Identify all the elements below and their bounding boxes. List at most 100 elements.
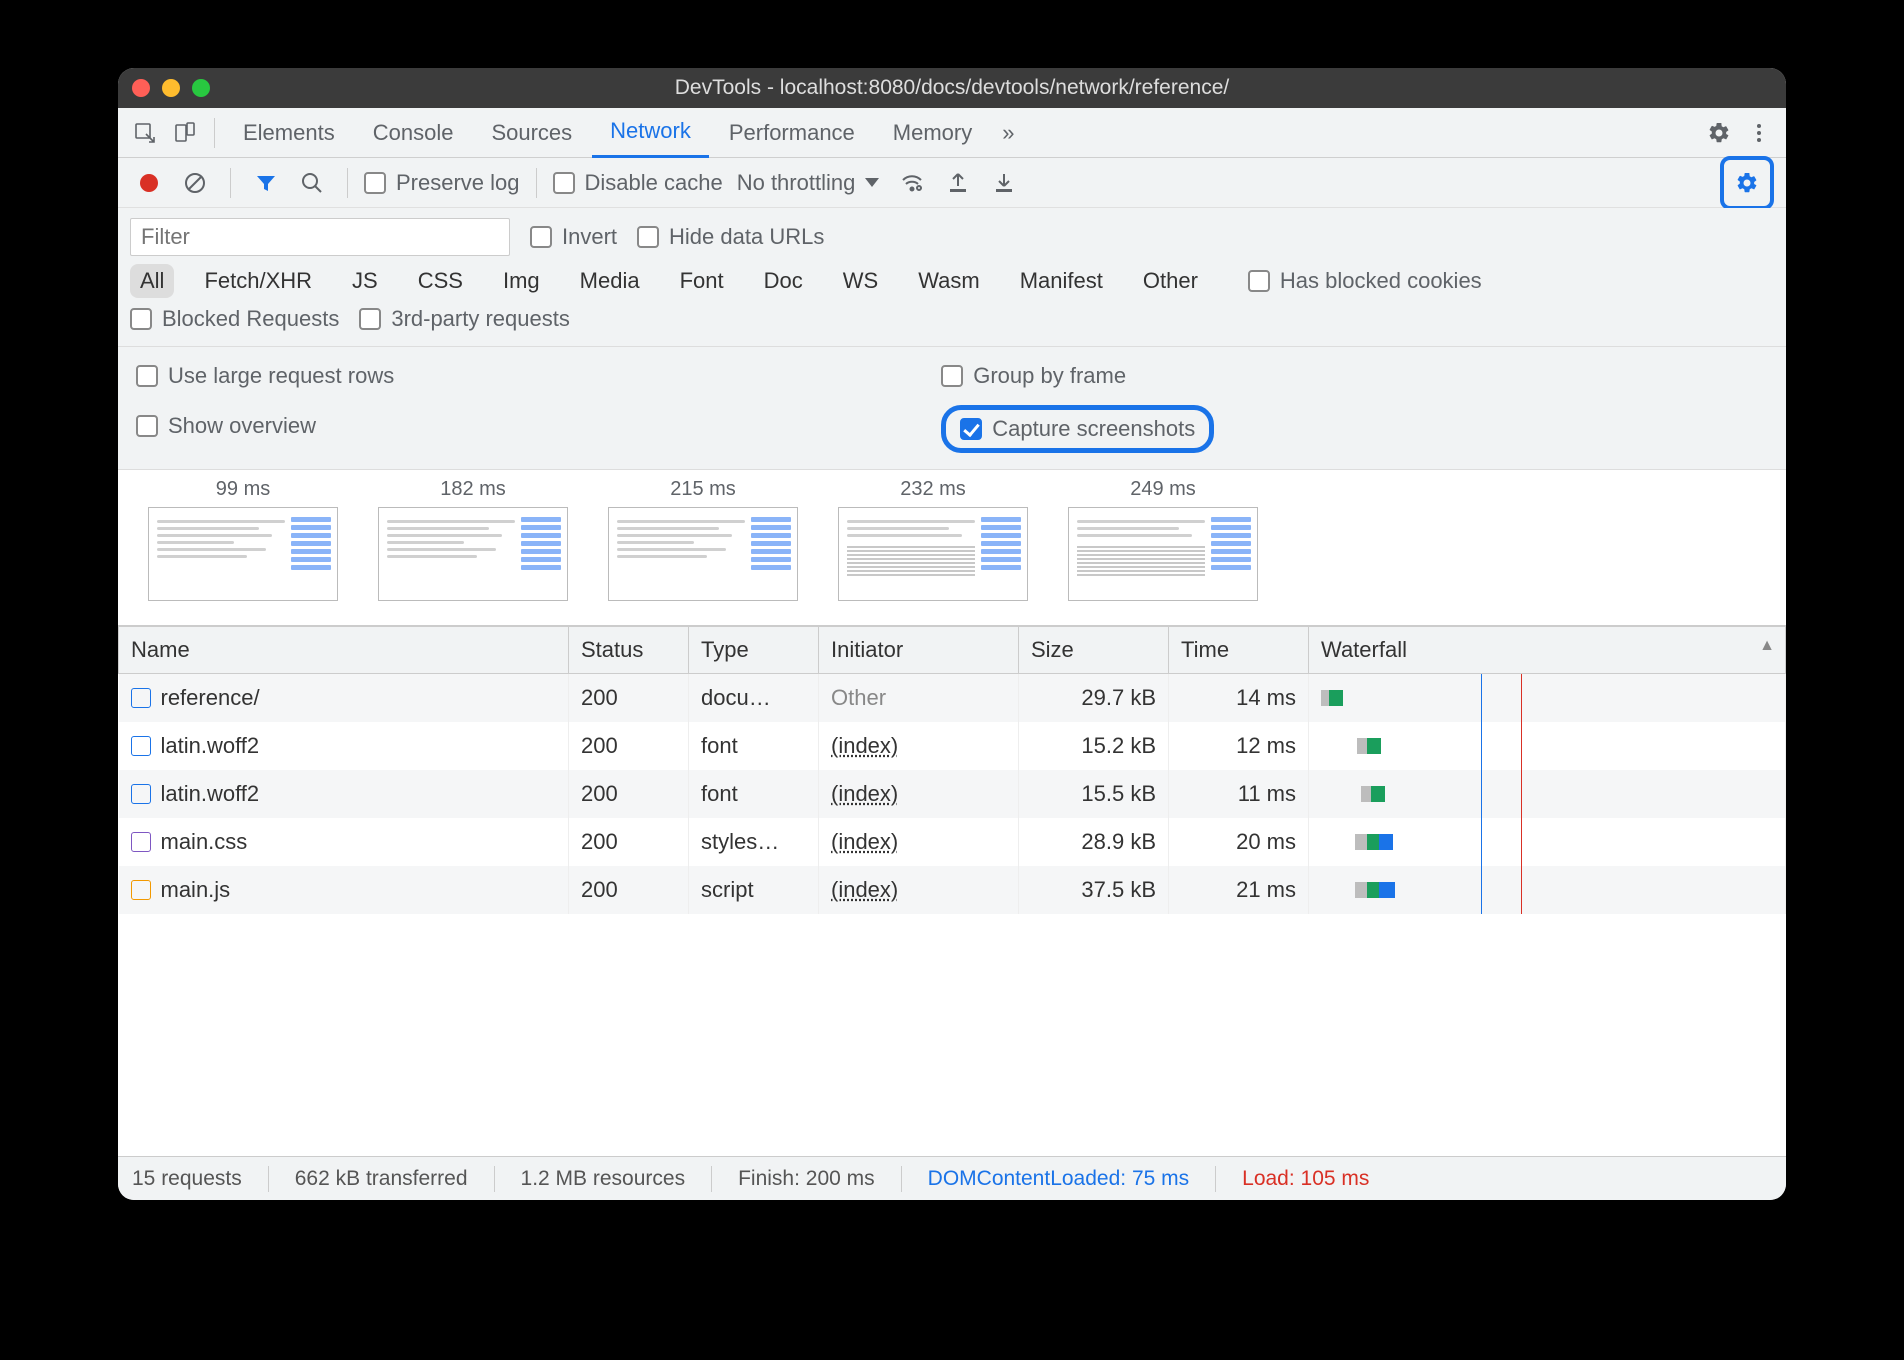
filter-type-css[interactable]: CSS	[408, 264, 473, 298]
col-type[interactable]: Type	[689, 627, 819, 674]
network-settings-icon[interactable]	[1728, 164, 1766, 202]
cell-waterfall	[1309, 722, 1786, 770]
record-button[interactable]	[130, 164, 168, 202]
screenshot-frame[interactable]: 215 ms	[608, 478, 798, 601]
network-conditions-icon[interactable]	[893, 164, 931, 202]
filter-type-font[interactable]: Font	[670, 264, 734, 298]
screenshot-time: 182 ms	[378, 478, 568, 501]
has-blocked-cookies-checkbox[interactable]: Has blocked cookies	[1248, 268, 1482, 294]
screenshot-time: 249 ms	[1068, 478, 1258, 501]
throttling-dropdown[interactable]: No throttling	[731, 170, 886, 196]
status-resources: 1.2 MB resources	[521, 1167, 686, 1191]
initiator-link[interactable]: (index)	[831, 781, 898, 806]
tab-memory[interactable]: Memory	[875, 108, 990, 158]
filter-type-js[interactable]: JS	[342, 264, 388, 298]
initiator-link[interactable]: (index)	[831, 877, 898, 902]
capture-screenshots-highlight: Capture screenshots	[941, 405, 1214, 453]
filter-input[interactable]	[130, 218, 510, 256]
status-bar: 15 requests 662 kB transferred 1.2 MB re…	[118, 1156, 1786, 1200]
settings-icon[interactable]	[1700, 114, 1738, 152]
cell-waterfall	[1309, 866, 1786, 914]
filter-type-ws[interactable]: WS	[833, 264, 888, 298]
filter-type-doc[interactable]: Doc	[754, 264, 813, 298]
more-tabs-button[interactable]: »	[992, 108, 1024, 158]
network-toolbar: Preserve log Disable cache No throttling	[118, 158, 1786, 208]
cell-size: 29.7 kB	[1019, 674, 1169, 723]
show-overview-checkbox[interactable]: Show overview	[136, 413, 316, 439]
screenshot-frame[interactable]: 99 ms	[148, 478, 338, 601]
col-name[interactable]: Name	[119, 627, 569, 674]
disable-cache-checkbox[interactable]: Disable cache	[553, 170, 723, 196]
device-toolbar-icon[interactable]	[166, 114, 204, 152]
tab-performance[interactable]: Performance	[711, 108, 873, 158]
filter-type-manifest[interactable]: Manifest	[1010, 264, 1113, 298]
invert-checkbox[interactable]: Invert	[530, 224, 617, 250]
import-har-icon[interactable]	[939, 164, 977, 202]
filter-type-media[interactable]: Media	[570, 264, 650, 298]
cell-name: main.js	[119, 866, 569, 914]
capture-screenshots-checkbox[interactable]: Capture screenshots	[960, 416, 1195, 442]
cell-initiator: (index)	[819, 770, 1019, 818]
col-waterfall[interactable]: Waterfall	[1309, 627, 1786, 674]
export-har-icon[interactable]	[985, 164, 1023, 202]
more-options-icon[interactable]	[1740, 114, 1778, 152]
third-party-requests-checkbox[interactable]: 3rd-party requests	[359, 306, 570, 332]
screenshot-time: 99 ms	[148, 478, 338, 501]
screenshot-time: 232 ms	[838, 478, 1028, 501]
initiator-link[interactable]: (index)	[831, 829, 898, 854]
tab-elements[interactable]: Elements	[225, 108, 353, 158]
cell-time: 11 ms	[1169, 770, 1309, 818]
cell-type: script	[689, 866, 819, 914]
group-by-frame-checkbox[interactable]: Group by frame	[941, 363, 1126, 389]
cell-initiator: (index)	[819, 818, 1019, 866]
tab-sources[interactable]: Sources	[473, 108, 590, 158]
cell-status: 200	[569, 722, 689, 770]
cell-type: font	[689, 722, 819, 770]
col-size[interactable]: Size	[1019, 627, 1169, 674]
tab-console[interactable]: Console	[355, 108, 472, 158]
filter-toggle-icon[interactable]	[247, 164, 285, 202]
filter-type-all[interactable]: All	[130, 264, 174, 298]
chevron-down-icon	[865, 178, 879, 187]
clear-button[interactable]	[176, 164, 214, 202]
cell-initiator: (index)	[819, 722, 1019, 770]
filter-type-img[interactable]: Img	[493, 264, 550, 298]
preserve-log-checkbox[interactable]: Preserve log	[364, 170, 520, 196]
filter-type-fetch[interactable]: Fetch/XHR	[194, 264, 322, 298]
initiator-link[interactable]: (index)	[831, 733, 898, 758]
filter-type-wasm[interactable]: Wasm	[908, 264, 990, 298]
col-status[interactable]: Status	[569, 627, 689, 674]
use-large-rows-checkbox[interactable]: Use large request rows	[136, 363, 394, 389]
screenshot-frame[interactable]: 182 ms	[378, 478, 568, 601]
col-initiator[interactable]: Initiator	[819, 627, 1019, 674]
table-row[interactable]: main.js200script(index)37.5 kB21 ms	[119, 866, 1786, 914]
cell-size: 37.5 kB	[1019, 866, 1169, 914]
inspect-element-icon[interactable]	[126, 114, 164, 152]
tab-network[interactable]: Network	[592, 108, 709, 158]
col-time[interactable]: Time	[1169, 627, 1309, 674]
separator	[536, 168, 537, 198]
cell-time: 21 ms	[1169, 866, 1309, 914]
table-row[interactable]: main.css200styles…(index)28.9 kB20 ms	[119, 818, 1786, 866]
table-row[interactable]: latin.woff2200font(index)15.2 kB12 ms	[119, 722, 1786, 770]
table-row[interactable]: reference/200docu…Other29.7 kB14 ms	[119, 674, 1786, 723]
cell-type: styles…	[689, 818, 819, 866]
blocked-requests-checkbox[interactable]: Blocked Requests	[130, 306, 339, 332]
filter-type-other[interactable]: Other	[1133, 264, 1208, 298]
screenshot-thumb	[148, 507, 338, 601]
screenshot-frame[interactable]: 232 ms	[838, 478, 1028, 601]
js-file-icon	[131, 880, 151, 900]
css-file-icon	[131, 832, 151, 852]
cell-name: reference/	[119, 674, 569, 723]
search-icon[interactable]	[293, 164, 331, 202]
hide-data-urls-checkbox[interactable]: Hide data URLs	[637, 224, 824, 250]
status-finish: Finish: 200 ms	[738, 1167, 875, 1191]
screenshot-frame[interactable]: 249 ms	[1068, 478, 1258, 601]
status-requests: 15 requests	[132, 1167, 242, 1191]
screenshot-filmstrip: 99 ms 182 ms 215 ms 232 ms 249 ms	[118, 470, 1786, 626]
devtools-window: DevTools - localhost:8080/docs/devtools/…	[118, 68, 1786, 1200]
table-row[interactable]: latin.woff2200font(index)15.5 kB11 ms	[119, 770, 1786, 818]
cell-type: font	[689, 770, 819, 818]
cell-size: 15.5 kB	[1019, 770, 1169, 818]
cell-time: 14 ms	[1169, 674, 1309, 723]
